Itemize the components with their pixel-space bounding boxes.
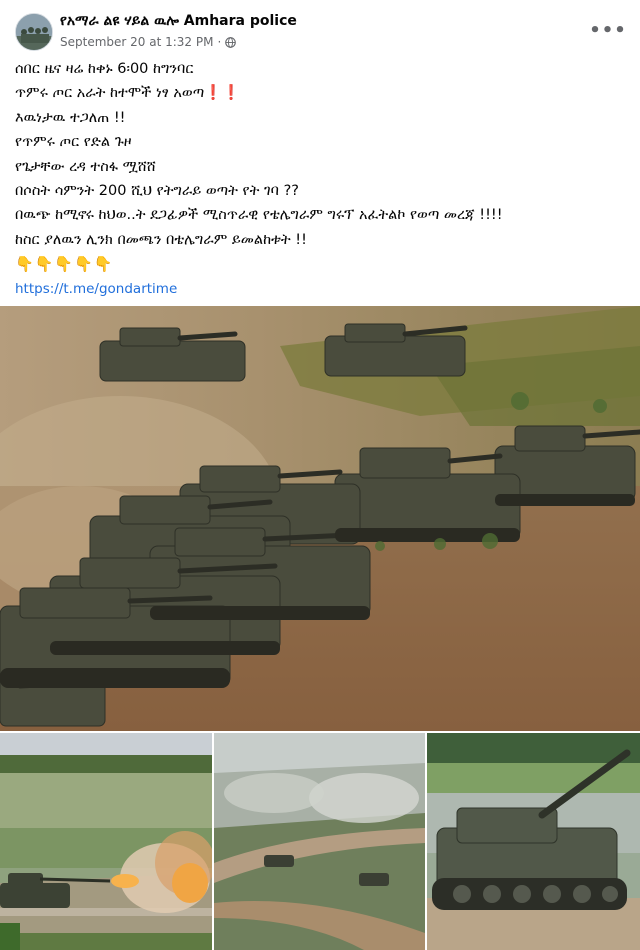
pointing-down-icon: 👇👇👇👇👇 [15, 255, 114, 274]
post-timestamp[interactable]: September 20 at 1:32 PM [60, 35, 213, 49]
tank-closeup-photo[interactable] [427, 733, 640, 950]
tanks-field-photo[interactable] [214, 733, 425, 950]
page-name[interactable]: የአማራ ልዩ ሃይል ዉሎ Amhara police [60, 13, 297, 29]
post-line-5: የጌታቸው ረዳ ተስፋ ሟሸሸ [15, 158, 156, 175]
post-line-2-text: ጥምሩ ጦር አራት ከተሞች ነፃ አወጣ [15, 85, 205, 102]
link-line: https://t.me/gondartime [15, 277, 625, 301]
post-meta: September 20 at 1:32 PM · [60, 35, 237, 49]
post-line-6: በሶስት ሳምንት 200 ሺህ የትግራይ ወጣት የት ገባ ?? [15, 182, 299, 199]
post-line-3: እዉነታዉ ተጋለጠ !! [15, 109, 126, 126]
post-line-4: የጥምሩ ጦር የድል ጉዞ [15, 134, 132, 151]
post-line-1: ሰበር ዜና ዛሬ ከቀኑ 6፡00 ከግንባር [15, 61, 194, 77]
post-line-2: ጥምሩ ጦር አራት ከተሞች ነፃ አወጣ❗❗ [15, 81, 625, 105]
post-line-7: በዉጭ ከሚኖሩ ከህወ..ት ደጋፊዎች ሚስጥራዊ የቴሌግራም ግሩፕ አ… [15, 207, 503, 224]
more-options-icon[interactable]: ••• [589, 18, 626, 42]
post-text: ሰበር ዜና ዛሬ ከቀኑ 6፡00 ከግንባር ጥምሩ ጦር አራት ከተሞች… [15, 57, 625, 301]
tank-firing-photo[interactable] [0, 733, 212, 950]
post-line-8: ከስር ያለዉን ሊንክ በመጫን በቴሌግራም ይመልከቱት !! [15, 231, 307, 248]
telegram-link[interactable]: https://t.me/gondartime [15, 281, 177, 297]
exclamation-icon: ❗❗ [204, 85, 241, 102]
main-tank-photo[interactable] [0, 306, 640, 731]
post-header: የአማራ ልዩ ሃይል ዉሎ Amhara police September 2… [0, 0, 640, 58]
meta-separator: · [217, 35, 222, 49]
pointing-hands-line: 👇👇👇👇👇 [15, 252, 625, 276]
globe-icon [225, 36, 237, 48]
page-avatar[interactable] [15, 13, 53, 51]
